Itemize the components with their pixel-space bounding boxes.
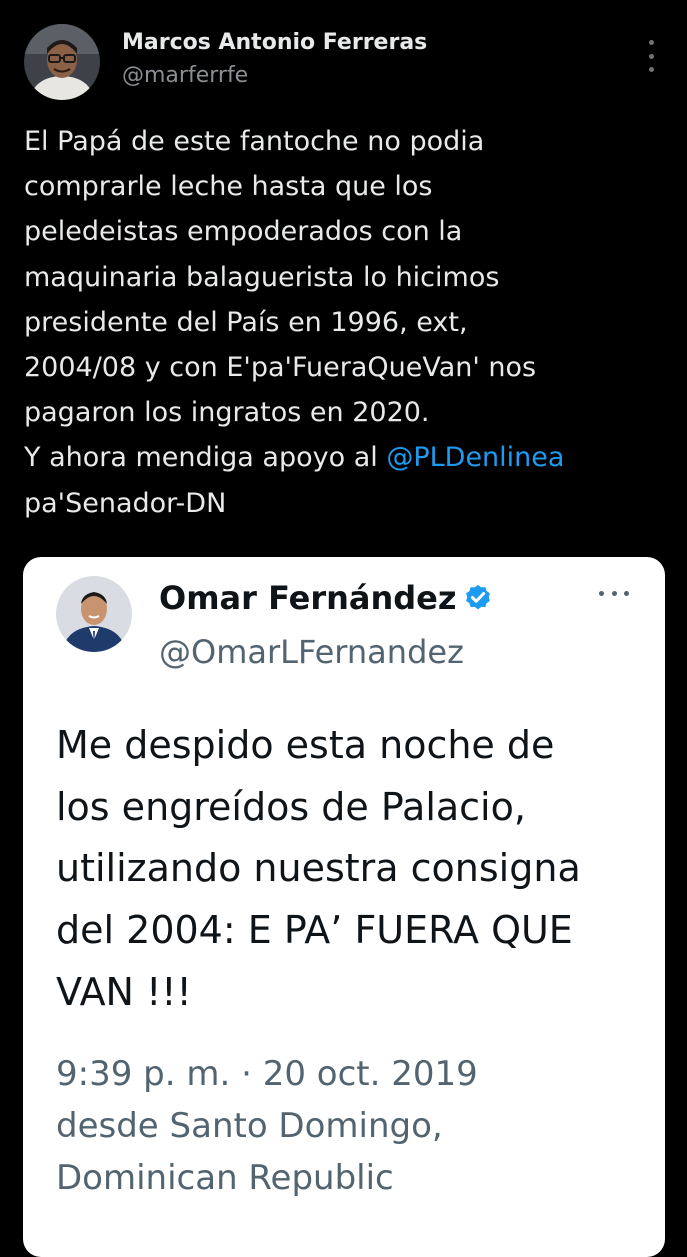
quoted-tweet-text: Me despido esta noche de los engreídos d… (56, 715, 656, 1024)
tweet-text-mention-line: Y ahora mendiga apoyo al @PLDenlinea (24, 435, 664, 480)
quoted-name-row[interactable]: Omar Fernández (159, 579, 493, 617)
quoted-user-avatar-photo (56, 576, 132, 652)
tweet-text-line: comprarle leche hasta que los (24, 171, 433, 203)
quoted-location: desde Santo Domingo, (56, 1106, 443, 1146)
more-vertical-icon[interactable] (642, 40, 660, 72)
tweet-text-line: presidente del País en 1996, ext, (24, 306, 468, 338)
tweet-text-line: pagaron los ingratos en 2020. (24, 397, 430, 429)
mention-prefix: Y ahora mendiga apoyo al (24, 442, 387, 474)
more-dot (648, 53, 654, 59)
tweet-text-line: pa'Senador-DN (24, 487, 227, 519)
user-avatar-photo (24, 24, 100, 100)
author-name[interactable]: Marcos Antonio Ferreras (122, 30, 427, 55)
verified-badge-icon (465, 584, 490, 610)
author-avatar[interactable] (24, 24, 100, 100)
tweet-text-line: 2004/08 y con E'pa'FueraQueVan' nos (24, 352, 537, 384)
more-dot (648, 67, 654, 72)
quoted-tweet-meta: 9:39 p. m. · 20 oct. 2019 desde Santo Do… (56, 1048, 656, 1204)
quoted-location: Dominican Republic (56, 1158, 394, 1198)
mention-link[interactable]: @PLDenlinea (386, 442, 564, 473)
more-dot (611, 591, 617, 596)
more-horizontal-icon[interactable] (599, 591, 629, 597)
tweet-text: El Papá de este fantoche no podia compra… (24, 119, 664, 526)
tweet-text-line: El Papá de este fantoche no podia (24, 126, 485, 157)
quoted-text-line: del 2004: E PA’ FUERA QUE (56, 908, 573, 953)
more-dot (624, 591, 629, 596)
quoted-text-line: Me despido esta noche de (56, 723, 555, 767)
quoted-text-line: VAN !!! (56, 969, 192, 1014)
quoted-text-line: los engreídos de Palacio, (56, 784, 526, 829)
author-handle[interactable]: @marferrfe (122, 63, 248, 88)
tweet-text-line: peledeistas empoderados con la (24, 216, 463, 248)
quoted-author-name[interactable]: Omar Fernández (159, 579, 457, 617)
more-dot (648, 40, 654, 45)
quoted-tweet-card[interactable]: Omar Fernández @OmarLFernandez Me despid… (23, 557, 665, 1257)
quoted-text-line: utilizando nuestra consigna (56, 846, 581, 891)
quoted-timestamp[interactable]: 9:39 p. m. · 20 oct. 2019 (56, 1048, 656, 1100)
tweet: Marcos Antonio Ferreras @marferrfe El Pa… (0, 0, 687, 1257)
tweet-text-line: maquinaria balaguerista lo hicimos (24, 261, 500, 293)
quoted-avatar[interactable] (56, 576, 132, 652)
more-dot (599, 591, 604, 596)
quoted-author-handle[interactable]: @OmarLFernandez (159, 633, 464, 671)
